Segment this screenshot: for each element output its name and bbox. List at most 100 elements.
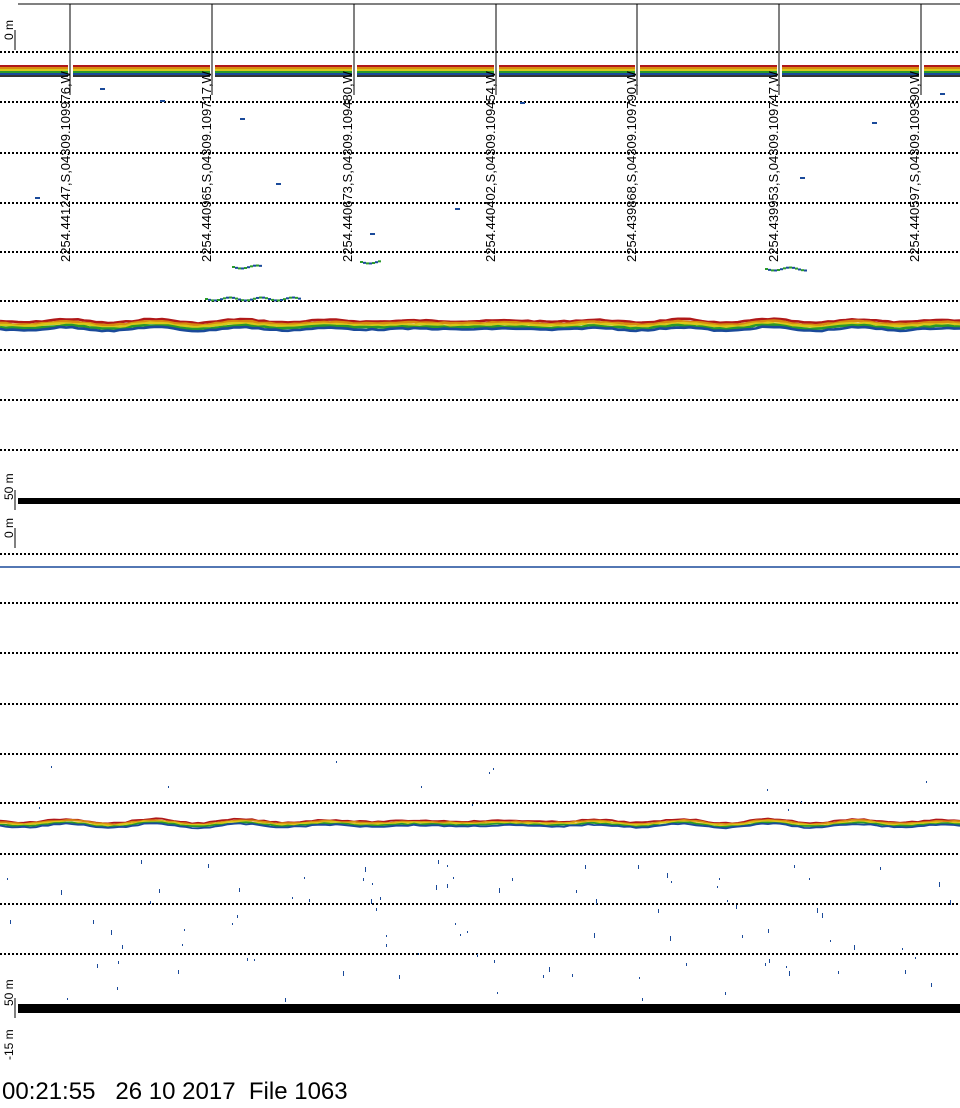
noise-speck bbox=[725, 992, 726, 995]
transducer-band bbox=[640, 71, 777, 73]
noise-speck bbox=[817, 908, 818, 913]
noise-speck bbox=[150, 901, 151, 904]
noise-speck bbox=[822, 913, 823, 918]
noise-speck bbox=[926, 781, 927, 783]
transducer-band bbox=[215, 69, 352, 71]
noise-speck bbox=[585, 865, 586, 869]
noise-speck bbox=[376, 908, 377, 911]
fish-school bbox=[241, 267, 244, 270]
noise-speck bbox=[794, 865, 795, 868]
noise-speck bbox=[93, 920, 94, 924]
transducer-band bbox=[924, 65, 960, 67]
transducer-band bbox=[215, 71, 352, 73]
fish-school bbox=[217, 299, 220, 302]
noise-speck bbox=[61, 890, 62, 895]
noise-speck bbox=[122, 945, 123, 949]
noise-speck bbox=[117, 987, 118, 990]
transducer-band bbox=[924, 75, 960, 77]
noise-speck bbox=[184, 929, 185, 931]
noise-speck bbox=[854, 945, 855, 950]
noise-speck bbox=[447, 884, 448, 888]
transducer-band bbox=[640, 73, 777, 75]
noise-speck bbox=[386, 944, 387, 947]
fish-school bbox=[241, 299, 244, 302]
fish-school bbox=[214, 299, 217, 302]
echo-speck bbox=[872, 122, 877, 124]
fish-school bbox=[265, 297, 268, 300]
noise-speck bbox=[237, 915, 238, 918]
fish-school bbox=[765, 268, 768, 270]
gps-marker-label: 2254.440402,S,04309.109454,W bbox=[483, 71, 498, 262]
fish-school bbox=[250, 298, 253, 301]
noise-speck bbox=[950, 900, 951, 905]
fish-school bbox=[372, 262, 375, 265]
fish-school bbox=[244, 267, 247, 270]
fish-school bbox=[238, 267, 241, 270]
echo-speck bbox=[940, 93, 945, 95]
noise-speck bbox=[141, 860, 142, 864]
transducer-band bbox=[640, 65, 777, 67]
noise-speck bbox=[285, 998, 286, 1002]
noise-speck bbox=[543, 975, 544, 978]
panel-separator bbox=[18, 498, 960, 504]
noise-speck bbox=[51, 766, 52, 768]
noise-speck bbox=[97, 964, 98, 968]
noise-speck bbox=[494, 960, 495, 963]
noise-speck bbox=[670, 936, 671, 941]
transducer-band bbox=[499, 69, 635, 71]
noise-speck bbox=[727, 900, 728, 902]
transducer-band bbox=[357, 75, 494, 77]
transducer-band bbox=[499, 71, 635, 73]
noise-speck bbox=[576, 890, 577, 893]
fish-school bbox=[369, 262, 372, 265]
transducer-band bbox=[782, 73, 919, 75]
noise-speck bbox=[380, 897, 381, 900]
fish-school bbox=[223, 297, 226, 300]
noise-speck bbox=[493, 768, 494, 770]
transducer-band bbox=[924, 71, 960, 73]
noise-speck bbox=[309, 899, 310, 902]
transducer-band bbox=[215, 65, 352, 67]
transducer-band bbox=[73, 65, 210, 67]
fish-school bbox=[256, 296, 259, 299]
fish-school bbox=[274, 299, 277, 302]
fish-school bbox=[250, 265, 253, 268]
transducer-band bbox=[357, 67, 494, 69]
fish-school bbox=[211, 299, 214, 302]
fish-school bbox=[232, 296, 235, 299]
noise-speck bbox=[931, 983, 932, 987]
status-footer: 00:21:55 26 10 2017 File 1063 bbox=[2, 1078, 348, 1105]
fish-school bbox=[363, 261, 366, 264]
transducer-band bbox=[73, 67, 210, 69]
gps-marker-label: 2254.439868,S,04309.109790,W bbox=[624, 71, 639, 262]
fish-school bbox=[289, 296, 292, 299]
noise-speck bbox=[67, 998, 68, 1000]
noise-speck bbox=[801, 801, 802, 803]
noise-speck bbox=[767, 789, 768, 791]
transducer-band bbox=[782, 75, 919, 77]
noise-speck bbox=[232, 923, 233, 925]
noise-speck bbox=[789, 971, 790, 976]
noise-speck bbox=[639, 977, 640, 979]
noise-speck bbox=[418, 953, 419, 955]
transducer-band bbox=[73, 75, 210, 77]
noise-speck bbox=[512, 878, 513, 881]
fish-school bbox=[244, 299, 247, 302]
bottom-bar bbox=[18, 1004, 960, 1013]
noise-speck bbox=[182, 944, 183, 946]
fish-school bbox=[295, 296, 298, 299]
noise-speck bbox=[438, 860, 439, 864]
gps-marker-label: 2254.439953,S,04309.109747,W bbox=[766, 71, 781, 262]
noise-speck bbox=[838, 971, 839, 974]
transducer-band bbox=[357, 65, 494, 67]
noise-speck bbox=[719, 878, 720, 880]
noise-speck bbox=[254, 959, 255, 961]
noise-speck bbox=[472, 804, 473, 806]
noise-speck bbox=[905, 970, 906, 974]
noise-speck bbox=[830, 940, 831, 942]
noise-speck bbox=[809, 878, 810, 880]
fish-school bbox=[804, 269, 807, 272]
noise-speck bbox=[292, 897, 293, 899]
transducer-band bbox=[0, 65, 68, 67]
gps-marker-label: 2254.440597,S,04309.109390,W bbox=[907, 71, 922, 262]
